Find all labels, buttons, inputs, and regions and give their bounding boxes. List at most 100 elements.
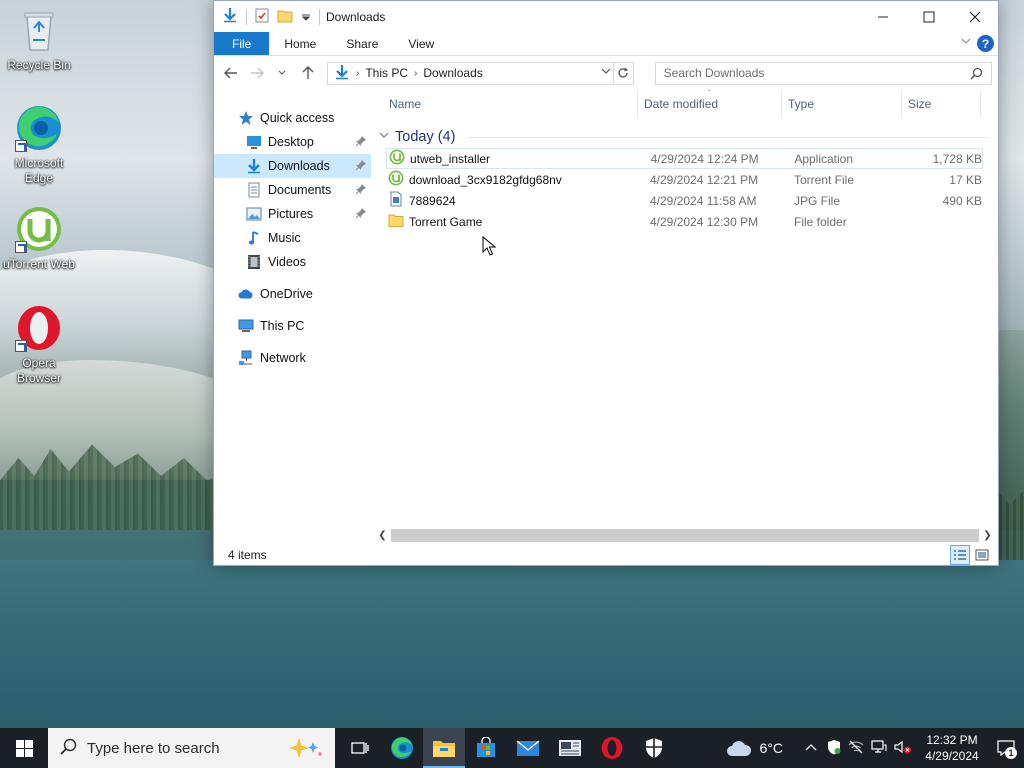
breadcrumb-chevron-icon[interactable]: › <box>356 68 359 79</box>
forward-button[interactable] <box>246 62 268 84</box>
taskbar: Type here to search 6°C 12:32 PM 4/29/20… <box>0 728 1024 768</box>
nav-network[interactable]: Network <box>214 346 371 370</box>
tab-share[interactable]: Share <box>331 32 393 55</box>
file-type: Application <box>794 151 854 166</box>
taskbar-search-box[interactable]: Type here to search <box>48 728 335 768</box>
nav-item-downloads[interactable]: Downloads <box>214 154 371 178</box>
display-icon[interactable] <box>871 739 887 757</box>
search-highlight-icon[interactable] <box>285 736 325 764</box>
task-view-button[interactable] <box>339 728 381 768</box>
up-button[interactable] <box>297 62 319 84</box>
back-button[interactable] <box>220 62 242 84</box>
column-type[interactable]: Type <box>782 90 902 118</box>
scrollbar-thumb[interactable] <box>391 529 979 542</box>
taskbar-security[interactable] <box>633 728 675 768</box>
nav-item-music[interactable]: Music <box>214 226 371 250</box>
nav-item-videos[interactable]: Videos <box>214 250 371 274</box>
start-button[interactable] <box>0 728 48 768</box>
taskbar-file-explorer[interactable] <box>423 728 465 768</box>
nav-item-desktop[interactable]: Desktop <box>214 130 371 154</box>
volume-muted-icon[interactable] <box>894 740 912 757</box>
refresh-button[interactable] <box>612 62 633 84</box>
properties-icon[interactable] <box>255 7 269 26</box>
file-name: utweb_installer <box>410 151 491 166</box>
collapse-group-icon[interactable] <box>379 131 389 143</box>
file-row[interactable]: download_3cx9182gfdg68nv 4/29/2024 12:21… <box>386 169 983 190</box>
pictures-icon <box>246 206 262 222</box>
taskbar-news[interactable] <box>549 728 591 768</box>
tab-home[interactable]: Home <box>269 32 331 55</box>
cloud-icon <box>726 741 751 756</box>
network-icon <box>238 350 254 366</box>
file-row[interactable]: 7889624 4/29/2024 11:58 AM JPG File 490 … <box>386 190 983 211</box>
recent-locations-button[interactable] <box>272 62 294 84</box>
breadcrumb-downloads[interactable]: Downloads <box>423 66 482 80</box>
scroll-right-icon[interactable]: ❯ <box>979 530 996 541</box>
new-folder-icon[interactable] <box>277 7 293 26</box>
scroll-left-icon[interactable]: ❮ <box>374 530 391 541</box>
downloads-icon <box>246 158 262 174</box>
address-bar[interactable]: › This PC › Downloads <box>327 61 634 85</box>
show-hidden-icons-icon[interactable] <box>805 741 817 755</box>
nav-label: Downloads <box>268 159 330 173</box>
desktop-icon <box>246 134 262 150</box>
pin-icon[interactable] <box>355 207 367 222</box>
tab-file[interactable]: File <box>214 32 270 55</box>
column-size[interactable]: Size <box>902 90 981 118</box>
pin-icon[interactable] <box>355 135 367 150</box>
action-center-button[interactable]: 1 <box>988 740 1024 759</box>
window-title: Downloads <box>326 9 386 24</box>
taskbar-edge[interactable] <box>381 728 423 768</box>
file-row[interactable]: Torrent Game 4/29/2024 12:30 PM File fol… <box>386 211 983 232</box>
desktop-icon-utorrent-web[interactable]: uTorrent Web <box>0 205 78 272</box>
nav-quick-access[interactable]: Quick access <box>214 106 371 130</box>
address-dropdown-icon[interactable] <box>601 66 611 79</box>
status-bar: 4 items <box>214 545 998 565</box>
weather-temp: 6°C <box>759 740 784 756</box>
breadcrumb-chevron-icon[interactable]: › <box>414 68 417 79</box>
details-view-icon[interactable] <box>950 545 970 565</box>
breadcrumb-this-pc[interactable]: This PC <box>365 66 408 80</box>
defender-tray-icon[interactable] <box>827 739 841 758</box>
desktop-icon-recycle-bin[interactable]: Recycle Bin <box>0 6 78 73</box>
file-type: Torrent File <box>794 172 855 187</box>
downloads-icon <box>334 64 350 83</box>
tab-view[interactable]: View <box>393 32 449 55</box>
desktop-icon-opera[interactable]: Opera Browser <box>0 304 78 386</box>
item-count: 4 items <box>228 548 267 562</box>
title-bar[interactable]: Downloads <box>214 1 998 32</box>
group-label: Today (4) <box>395 129 456 145</box>
file-row[interactable]: utweb_installer 4/29/2024 12:24 PM Appli… <box>386 148 983 169</box>
weather-widget[interactable]: 6°C <box>726 739 784 757</box>
star-icon <box>238 110 254 126</box>
edge-icon <box>391 737 413 759</box>
taskbar-mail[interactable] <box>507 728 549 768</box>
desktop-icon-edge[interactable]: Microsoft Edge <box>0 104 78 186</box>
nav-this-pc[interactable]: This PC <box>214 314 371 338</box>
horizontal-scrollbar[interactable]: ❮ ❯ <box>374 527 998 544</box>
nav-item-pictures[interactable]: Pictures <box>214 202 371 226</box>
group-header-today[interactable]: Today (4) <box>371 126 998 148</box>
large-icons-view-icon[interactable] <box>972 545 992 565</box>
task-view-icon <box>351 742 369 754</box>
taskbar-opera[interactable] <box>591 728 633 768</box>
customize-toolbar-icon[interactable] <box>301 7 311 26</box>
close-button[interactable] <box>952 1 998 32</box>
search-input[interactable]: Search Downloads <box>654 61 992 85</box>
search-icon[interactable] <box>970 67 983 83</box>
maximize-button[interactable] <box>906 1 952 32</box>
help-button[interactable]: ? <box>977 35 994 52</box>
nav-item-documents[interactable]: Documents <box>214 178 371 202</box>
expand-ribbon-icon[interactable] <box>960 35 972 50</box>
minimize-button[interactable] <box>860 1 906 32</box>
taskbar-clock[interactable]: 12:32 PM 4/29/2024 <box>916 732 988 764</box>
nav-label: Quick access <box>260 111 335 125</box>
cloud-icon <box>238 286 254 302</box>
nav-onedrive[interactable]: OneDrive <box>214 282 371 306</box>
taskbar-microsoft-store[interactable] <box>465 728 507 768</box>
music-icon <box>246 230 262 246</box>
pin-icon[interactable] <box>355 159 367 174</box>
pin-icon[interactable] <box>355 183 367 198</box>
network-offline-icon[interactable] <box>848 740 864 757</box>
column-name[interactable]: Name <box>371 90 638 118</box>
